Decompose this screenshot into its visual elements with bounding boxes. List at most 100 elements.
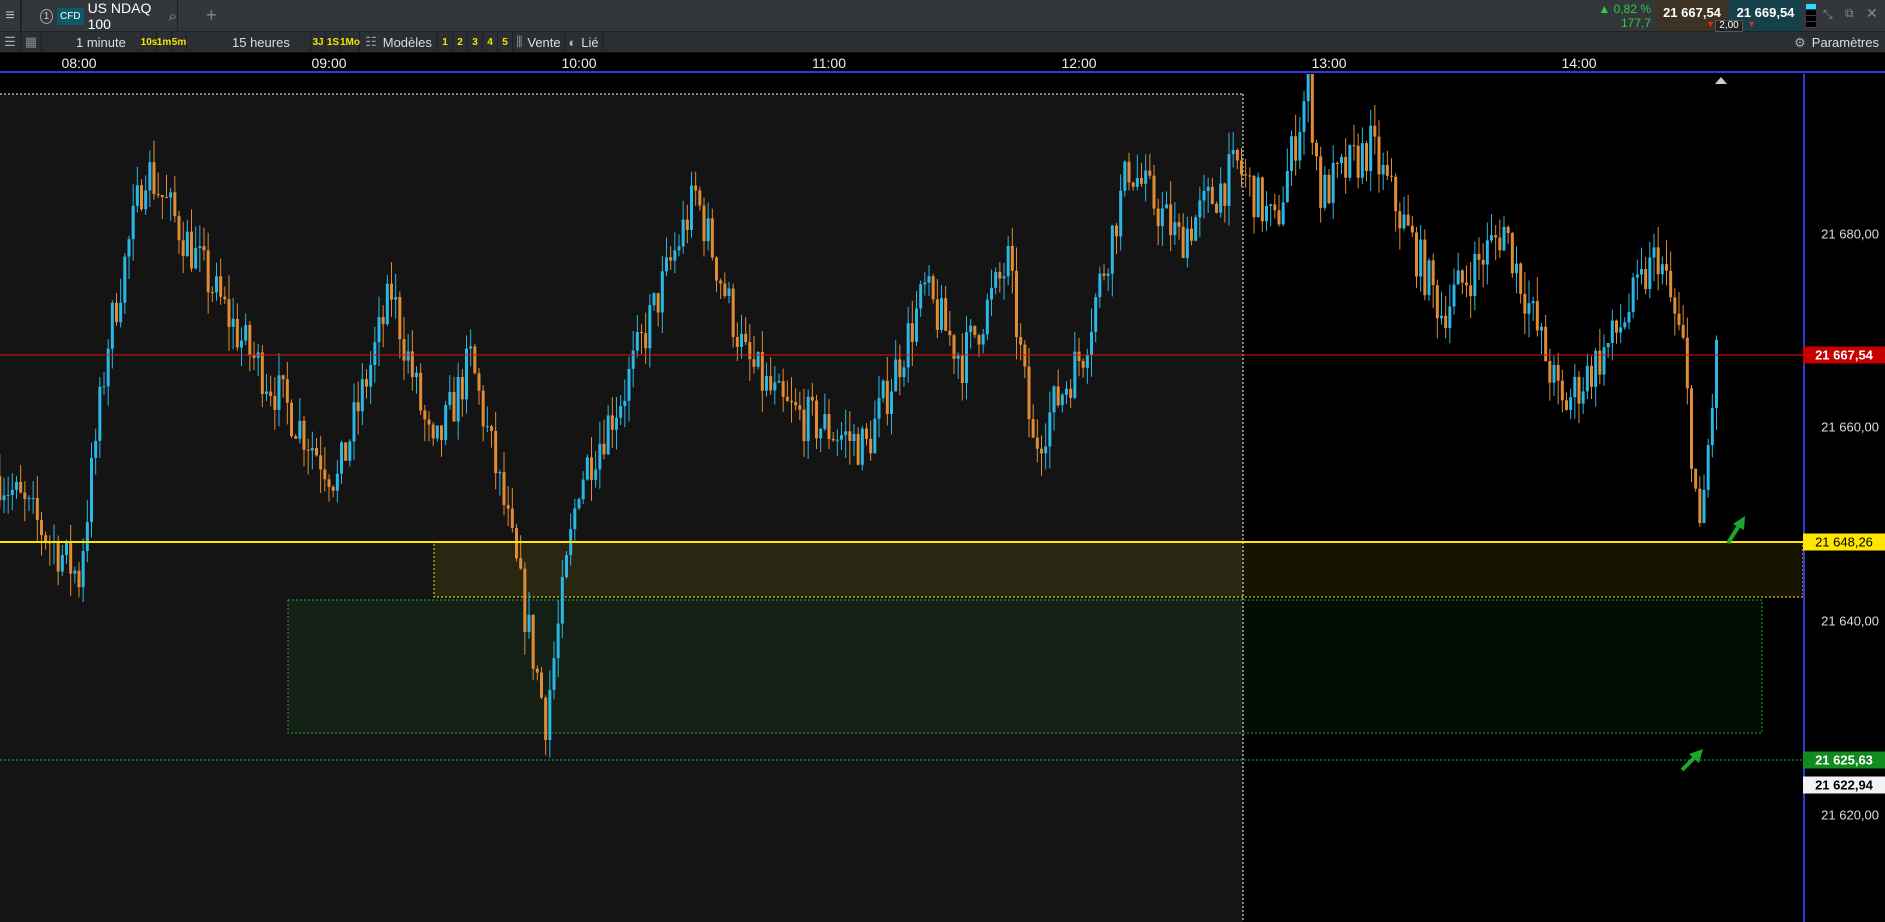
candle-body [1515, 263, 1518, 274]
interval-1m[interactable]: 1m [157, 32, 172, 52]
add-tab-button[interactable]: + [206, 5, 217, 26]
list-icon[interactable]: ☰ [0, 32, 21, 52]
candle-body [444, 405, 448, 441]
bid-price: 21 667,54 [1663, 5, 1721, 20]
candle-body [848, 431, 852, 442]
candle-body [844, 431, 848, 436]
candle-body [898, 359, 902, 378]
search-icon[interactable]: ⌕ [169, 8, 177, 25]
candle-body [269, 391, 273, 396]
candle-body [631, 350, 635, 369]
range-1mo[interactable]: 1Mo [340, 32, 360, 52]
candle-body [1269, 204, 1273, 207]
instrument-tab[interactable]: 1 CFD US NDAQ 100 ⌕ [21, 0, 178, 32]
layout-icon[interactable]: ▦ [21, 32, 42, 52]
settings-button[interactable]: ⚙ Paramètres [1794, 35, 1879, 51]
interval-10s[interactable]: 10s [141, 32, 157, 52]
candle-body [960, 355, 964, 384]
candle-body [1156, 208, 1160, 227]
range-3j[interactable]: 3J [311, 32, 326, 52]
ask-price: 21 669,54 [1736, 5, 1795, 20]
interval-select[interactable]: 1 minute [42, 32, 142, 52]
candle-body [277, 375, 281, 410]
candle-body [1273, 204, 1277, 211]
candle-body [1710, 407, 1714, 446]
candle-body [327, 479, 331, 487]
price-chart[interactable] [0, 74, 1803, 922]
candle-body [1435, 285, 1439, 319]
minimize-icon[interactable]: ⤡ [1823, 7, 1833, 22]
candle-body [360, 379, 364, 412]
candle-body [923, 282, 927, 285]
candle-body [231, 318, 235, 327]
candle-body [1298, 131, 1302, 161]
candle-body [731, 288, 735, 338]
candle-body [1602, 347, 1606, 375]
scroll-marker-icon[interactable] [1715, 77, 1727, 84]
chart-type-button[interactable]: ⫼ Vente [513, 32, 565, 52]
candle-body [302, 420, 306, 450]
candle-body [1002, 276, 1006, 279]
instrument-name: US NDAQ 100 [87, 0, 152, 32]
candle-body [1523, 293, 1527, 314]
slot-1[interactable]: 1 [438, 32, 453, 52]
candle-body [235, 318, 239, 348]
candle-body [956, 355, 960, 359]
candle-body [977, 335, 981, 345]
candle-body [1102, 273, 1106, 276]
close-icon[interactable]: ✕ [1866, 5, 1878, 22]
candle-body [1598, 350, 1602, 375]
candle-body [1715, 339, 1718, 408]
candle-body [1073, 351, 1077, 398]
yellow-zone[interactable] [433, 541, 1803, 598]
candle-body [1665, 264, 1668, 271]
candle-body [1510, 233, 1514, 274]
candle-body [677, 246, 681, 251]
candle-body [1152, 175, 1156, 209]
candle-body [1294, 136, 1298, 161]
slot-4[interactable]: 4 [483, 32, 498, 52]
candle-body [935, 299, 939, 330]
time-axis: 08:00 09:00 10:00 11:00 12:00 13:00 14:0… [0, 53, 1885, 73]
candle-body [1052, 386, 1056, 413]
candle-body [131, 205, 135, 240]
candle-body [1065, 388, 1068, 395]
candle-body [1660, 264, 1664, 275]
candle-body [685, 219, 689, 230]
candle-body [885, 380, 889, 414]
green-zone[interactable] [287, 599, 1763, 734]
interval-5m[interactable]: 5m [172, 32, 187, 52]
candle-body [1252, 175, 1256, 218]
candle-body [1423, 239, 1427, 296]
candle-body [990, 287, 993, 300]
templates-button[interactable]: ☷ Modèles [360, 32, 438, 52]
candle-body [698, 190, 702, 206]
hamburger-icon[interactable]: ≡ [0, 0, 21, 31]
candle-body [1160, 208, 1164, 227]
slot-3[interactable]: 3 [468, 32, 483, 52]
candle-body [1573, 376, 1577, 398]
linked-button[interactable]: ◐ Lié [565, 32, 603, 52]
candle-body [873, 418, 877, 454]
change-percent: 0,82 % [1613, 2, 1651, 16]
candle-body [98, 386, 102, 441]
candle-body [1460, 270, 1464, 283]
candle-body [1194, 217, 1198, 241]
candle-body [81, 551, 85, 588]
candle-body [394, 297, 398, 300]
linked-label: Lié [581, 34, 599, 50]
candle-body [1285, 170, 1289, 203]
slot-5[interactable]: 5 [498, 32, 513, 52]
slot-2[interactable]: 2 [453, 32, 468, 52]
range-select[interactable]: 15 heures [187, 32, 311, 52]
price-axis[interactable]: 21 680,00 21 660,00 21 640,00 21 620,00 [1803, 74, 1885, 922]
candle-body [35, 497, 39, 520]
candle-body [1552, 364, 1556, 383]
range-1s[interactable]: 1S [326, 32, 341, 52]
candle-body [1340, 157, 1343, 163]
last-price-tag: 21 667,54 [1803, 346, 1885, 364]
candle-body [994, 271, 998, 288]
candle-body [1019, 336, 1023, 345]
candle-body [1344, 157, 1348, 178]
popout-icon[interactable]: ⧉ [1845, 6, 1854, 21]
